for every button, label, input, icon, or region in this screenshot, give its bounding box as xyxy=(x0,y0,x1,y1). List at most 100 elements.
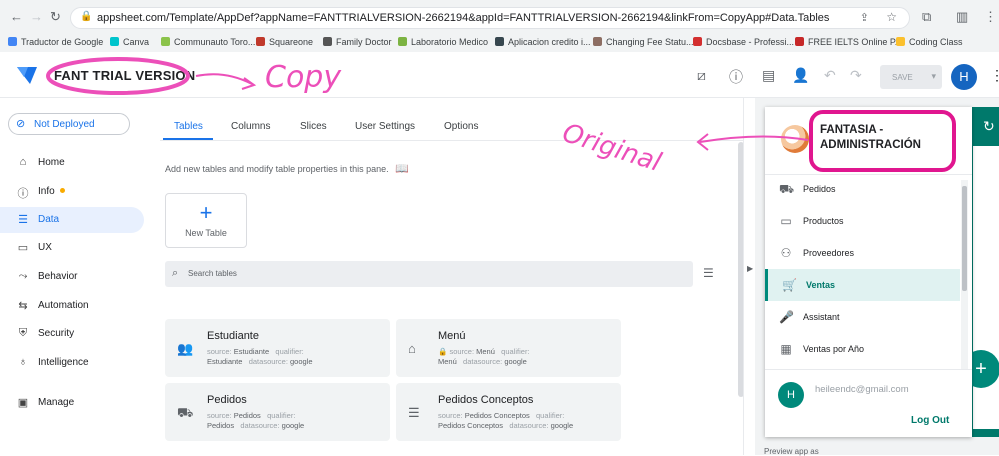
plus-icon: + xyxy=(199,200,213,225)
drawer-item-ventas-por-año[interactable]: ▦ Ventas por Año xyxy=(765,333,960,365)
sidebar-item-security[interactable]: ⛨ Security xyxy=(0,321,144,347)
drawer-item-assistant[interactable]: 🎤 Assistant xyxy=(765,301,960,333)
pane-divider[interactable]: ▶ xyxy=(743,98,755,455)
bookmark-favicon-icon xyxy=(495,37,504,46)
sidebar-item-intelligence[interactable]: ♁ Intelligence xyxy=(0,350,144,376)
datasource-label: datasource: xyxy=(248,357,288,366)
sidepanel-icon[interactable]: ▥ xyxy=(956,9,968,25)
bookmark-favicon-icon xyxy=(896,37,905,46)
deploy-status-label: Not Deployed xyxy=(34,119,95,130)
bookmark-favicon-icon xyxy=(323,37,332,46)
table-card[interactable]: 👥 Estudiante source: Estudiante qualifier:… xyxy=(165,319,390,377)
share-app-icon[interactable]: 👤 xyxy=(792,67,809,84)
sidebar-item-label: Intelligence xyxy=(38,357,89,368)
bookmark-item[interactable]: Coding Class xyxy=(896,37,963,47)
drawer-item-pedidos[interactable]: ⛟ Pedidos xyxy=(765,173,960,205)
sidebar-item-behavior[interactable]: ⤳ Behavior xyxy=(0,264,144,290)
list-icon: ☰ xyxy=(408,405,420,420)
bookmark-item[interactable]: Traductor de Google xyxy=(8,37,103,47)
table-card[interactable]: ☰ Pedidos Conceptos source: Pedidos Concep… xyxy=(396,383,621,441)
cart-icon: 🛒 xyxy=(782,278,797,292)
sidebar-item-label: UX xyxy=(38,242,52,253)
qualifier-label: qualifier: xyxy=(536,411,565,420)
more-icon[interactable]: ⋮ xyxy=(984,9,997,25)
table-name: Pedidos Conceptos xyxy=(438,394,534,406)
tab-columns[interactable]: Columns xyxy=(231,121,270,132)
drawer-item-label: Proveedores xyxy=(803,248,855,258)
table-card[interactable]: ⌂ Menú 🔒 source: Menú qualifier: Menú datas… xyxy=(396,319,621,377)
drawer-scrollbar[interactable] xyxy=(961,180,968,370)
book-icon[interactable]: 📖 xyxy=(395,163,409,175)
truck-icon: ⛟ xyxy=(779,182,795,196)
bookmark-item[interactable]: Squareone xyxy=(256,37,313,47)
bookmark-item[interactable]: Aplicacion credito i... xyxy=(495,37,591,47)
original-arrowhead xyxy=(696,133,709,151)
gallery-icon[interactable]: ▤ xyxy=(762,67,775,84)
drawer-item-ventas[interactable]: 🛒 Ventas xyxy=(765,269,960,301)
sidebar-item-manage[interactable]: ▣ Manage xyxy=(0,390,144,416)
sidebar-item-automation[interactable]: ⇆ Automation xyxy=(0,293,144,319)
sidebar-item-data[interactable]: ☰ Data xyxy=(0,207,144,233)
bookmark-item[interactable]: FREE IELTS Online P... xyxy=(795,37,902,47)
tab-options[interactable]: Options xyxy=(444,121,478,132)
new-table-button[interactable]: + New Table xyxy=(165,193,247,248)
redo-icon[interactable]: ↷ xyxy=(850,67,862,84)
app-name[interactable]: FANT TRIAL VERSION xyxy=(54,68,195,83)
help-icon[interactable]: ⓘ xyxy=(729,67,743,87)
bookmark-favicon-icon xyxy=(795,37,804,46)
sidebar-item-info[interactable]: ⓘ Info xyxy=(0,179,144,205)
bookmark-favicon-icon xyxy=(161,37,170,46)
table-name: Estudiante xyxy=(207,330,259,342)
avatar[interactable]: H xyxy=(951,64,977,90)
intelligence-icon: ♁ xyxy=(18,356,28,368)
search-input[interactable]: ⌕ Search tables xyxy=(165,261,693,287)
table-meta-line-2: Menú datasource: google xyxy=(438,357,527,366)
bookmark-label: Laboratorio Medico xyxy=(411,37,489,47)
share-icon[interactable]: ⇪ xyxy=(860,11,869,24)
bookmark-item[interactable]: Laboratorio Medico xyxy=(398,37,488,47)
drawer-scroll-thumb[interactable] xyxy=(962,186,967,291)
forward-icon[interactable]: → xyxy=(30,9,43,24)
suppliers-icon: ⚇ xyxy=(780,246,792,260)
table-meta-line-2: Pedidos datasource: google xyxy=(207,421,304,430)
user-email: heileendc@gmail.com xyxy=(815,384,909,395)
drawer-item-proveedores[interactable]: ⚇ Proveedores xyxy=(765,237,960,269)
bookmark-item[interactable]: Family Doctor xyxy=(323,37,392,47)
info-icon: ⓘ xyxy=(17,188,29,200)
tab-user-settings[interactable]: User Settings xyxy=(355,121,415,132)
logout-button[interactable]: Log Out xyxy=(911,415,949,426)
view-toggle-icon[interactable]: ☰ xyxy=(703,266,714,280)
bookmark-item[interactable]: Canva xyxy=(110,37,149,47)
sidebar-item-ux[interactable]: ▭ UX xyxy=(0,235,144,261)
bookmark-item[interactable]: Communauto Toro... xyxy=(161,37,255,47)
collapse-arrow-icon[interactable]: ▶ xyxy=(747,264,753,273)
tab-tables[interactable]: Tables xyxy=(174,121,203,132)
qualifier-value: Menú xyxy=(438,357,457,366)
drawer-item-label: Pedidos xyxy=(803,184,836,194)
table-card[interactable]: ⛟ Pedidos source: Pedidos qualifier: Pedido… xyxy=(165,383,390,441)
tab-slices[interactable]: Slices xyxy=(300,121,327,132)
new-table-label: New Table xyxy=(185,228,227,238)
star-icon[interactable]: ☆ xyxy=(886,10,897,24)
refresh-icon[interactable]: ↻ xyxy=(983,118,995,135)
active-tab-indicator xyxy=(163,138,213,140)
address-bar[interactable]: 🔒 appsheet.com/Template/AppDef?appName=F… xyxy=(70,7,910,29)
reload-icon[interactable]: ↻ xyxy=(50,9,61,25)
undo-icon[interactable]: ↶ xyxy=(824,67,836,84)
save-button[interactable]: SAVE ▾ xyxy=(880,65,942,89)
source-value: Pedidos Conceptos xyxy=(464,411,530,420)
chevron-down-icon[interactable]: ▾ xyxy=(931,71,936,82)
deploy-status-button[interactable]: ⊘ Not Deployed xyxy=(8,113,130,135)
app-more-icon[interactable]: ⋮ xyxy=(990,67,999,84)
browser-chrome: ← → ↻ 🔒 appsheet.com/Template/AppDef?app… xyxy=(0,0,999,52)
sidebar-item-home[interactable]: ⌂ Home xyxy=(0,150,144,176)
extensions-icon[interactable]: ⧉ xyxy=(922,9,931,25)
preview-icon[interactable]: ⧄ xyxy=(697,67,706,84)
table-meta-line-2: Estudiante datasource: google xyxy=(207,357,313,366)
bookmark-item[interactable]: Changing Fee Statu... xyxy=(593,37,694,47)
bookmark-label: Aplicacion credito i... xyxy=(508,37,591,47)
back-icon[interactable]: ← xyxy=(10,9,23,24)
not-deployed-icon: ⊘ xyxy=(16,118,26,130)
drawer-item-productos[interactable]: ▭ Productos xyxy=(765,205,960,237)
bookmark-item[interactable]: Docsbase - Professi... xyxy=(693,37,794,47)
